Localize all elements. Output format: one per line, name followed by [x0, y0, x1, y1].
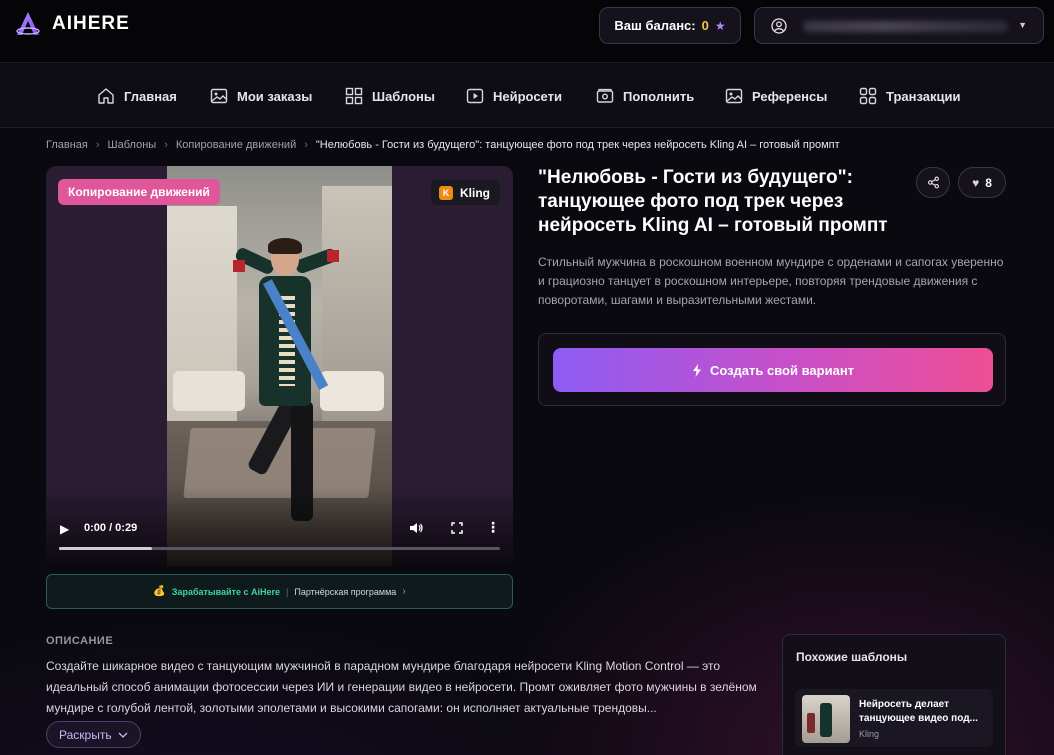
breadcrumb-separator: ›	[304, 139, 308, 151]
lightning-icon	[692, 363, 701, 377]
similar-template-thumbnail	[802, 695, 850, 743]
video-time: 0:00 / 0:29	[84, 522, 138, 534]
page-title: "Нелюбовь - Гости из будущего": танцующе…	[538, 167, 888, 236]
breadcrumb-separator: ›	[95, 139, 100, 151]
like-button[interactable]: ♥ 8	[958, 167, 1006, 198]
nav-item-orders[interactable]: Мои заказы	[209, 86, 312, 106]
nav-item-topup[interactable]: Пополнить	[595, 86, 694, 106]
model-badge: K Kling	[431, 180, 500, 205]
wallet-icon	[596, 88, 614, 103]
money-bag-icon: 💰	[153, 586, 166, 597]
balance-value: 0	[701, 18, 709, 33]
video-controls: ▶ 0:00 / 0:29 ⋮	[46, 516, 513, 566]
model-badge-label: Kling	[460, 185, 490, 200]
nav-item-networks[interactable]: Нейросети	[465, 86, 562, 106]
description-heading: ОПИСАНИЕ	[46, 635, 114, 647]
similar-template-tag: Kling	[859, 729, 880, 739]
partner-earn-text: Зарабатывайте с AiHere	[171, 586, 280, 597]
user-icon	[771, 18, 787, 34]
breadcrumb-current: "Нелюбовь - Гости из будущего": танцующе…	[315, 139, 840, 151]
star-icon: ★	[714, 18, 726, 33]
nav-label: Нейросети	[493, 88, 562, 104]
top-bar: AIHERE Ваш баланс: 0 ★ ▼	[0, 0, 1054, 63]
expand-button[interactable]: Раскрыть	[46, 721, 141, 748]
nav-label: Референсы	[752, 88, 828, 104]
similar-template-item[interactable]: Нейросеть делает танцующее видео под... …	[795, 689, 993, 747]
create-variant-button[interactable]: Создать свой вариант	[553, 348, 993, 392]
category-badge: Копирование движений	[58, 179, 220, 205]
account-dropdown[interactable]: ▼	[754, 7, 1044, 44]
grid-icon	[859, 87, 877, 105]
logo-icon	[16, 12, 40, 35]
main-nav: Главная Мои заказы Шаблоны Нейросети Поп…	[0, 64, 1054, 128]
video-progress-fill	[59, 547, 152, 550]
nav-item-home[interactable]: Главная	[96, 86, 177, 106]
nav-label: Шаблоны	[372, 88, 435, 104]
more-options-icon[interactable]: ⋮	[486, 519, 500, 536]
play-icon[interactable]: ▶	[60, 522, 69, 536]
partner-separator: |	[286, 586, 289, 597]
image-icon	[725, 88, 743, 104]
similar-template-name: Нейросеть делает танцующее видео под...	[859, 699, 978, 724]
short-description: Стильный мужчина в роскошном военном мун…	[538, 255, 1004, 307]
video-progress-track[interactable]	[59, 547, 500, 550]
grid-icon	[345, 87, 363, 105]
breadcrumb-link-category[interactable]: Копирование движений	[176, 139, 296, 151]
chevron-down-icon: ▼	[1018, 20, 1027, 30]
breadcrumb-separator: ›	[164, 139, 168, 151]
share-button[interactable]	[916, 167, 950, 198]
image-icon	[210, 88, 228, 104]
brand-name: AIHERE	[52, 13, 130, 34]
volume-icon[interactable]	[408, 520, 424, 536]
similar-heading: Похожие шаблоны	[796, 650, 908, 664]
nav-label: Мои заказы	[237, 88, 313, 104]
fullscreen-icon[interactable]	[449, 520, 465, 536]
share-icon	[927, 176, 939, 189]
breadcrumb-link-home[interactable]: Главная	[46, 139, 88, 151]
like-count: 8	[985, 175, 992, 190]
heart-icon: ♥	[972, 175, 980, 190]
description-body: Создайте шикарное видео с танцующим мужч…	[46, 659, 757, 715]
nav-label: Транзакции	[886, 88, 961, 104]
nav-item-templates[interactable]: Шаблоны	[344, 86, 435, 106]
nav-item-references[interactable]: Референсы	[724, 86, 827, 106]
nav-label: Пополнить	[623, 88, 695, 104]
logo[interactable]: AIHERE	[14, 10, 130, 38]
breadcrumb-link-templates[interactable]: Шаблоны	[108, 139, 157, 151]
partner-program-text: Партнёрская программа	[294, 586, 397, 597]
chevron-right-icon: ›	[402, 586, 406, 597]
create-card: Создать свой вариант	[538, 333, 1006, 406]
nav-label: Главная	[124, 88, 177, 104]
video-player[interactable]: Копирование движений K Kling ▶ 0:00 / 0:…	[46, 166, 513, 566]
similar-templates: Похожие шаблоны Нейросеть делает танцующ…	[782, 634, 1006, 755]
balance-button[interactable]: Ваш баланс: 0 ★	[599, 7, 741, 44]
nav-item-transactions[interactable]: Транзакции	[858, 86, 960, 106]
breadcrumb: Главная › Шаблоны › Копирование движений…	[46, 139, 840, 151]
blurred-username	[803, 21, 1008, 32]
expand-label: Раскрыть	[59, 727, 112, 742]
play-icon	[466, 88, 484, 104]
partner-banner[interactable]: 💰 Зарабатывайте с AiHere | Партнёрская п…	[46, 574, 513, 609]
create-variant-label: Создать свой вариант	[709, 362, 855, 378]
balance-label: Ваш баланс:	[614, 18, 696, 33]
kling-logo-icon: K	[439, 185, 453, 200]
chevron-down-icon	[118, 732, 128, 738]
home-icon	[98, 88, 114, 104]
